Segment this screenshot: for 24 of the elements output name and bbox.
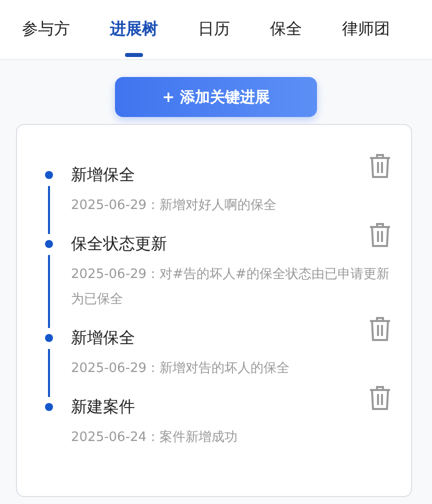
event-description: 2025-06-24：案件新增成功: [71, 429, 239, 447]
timeline-line: [48, 186, 50, 234]
event-title: 新增保全: [71, 164, 135, 186]
tab[interactable]: 律师团: [342, 0, 390, 59]
tab[interactable]: 进展树: [110, 0, 158, 59]
event-description: 2025-06-29：新增对好人啊的保全: [71, 197, 278, 215]
timeline-dot: [45, 334, 53, 342]
event-title: 保全状态更新: [71, 233, 167, 255]
delete-button[interactable]: [369, 222, 391, 248]
add-progress-button[interactable]: + 添加关键进展: [115, 77, 317, 117]
delete-button[interactable]: [369, 316, 391, 342]
delete-button[interactable]: [369, 153, 391, 179]
timeline-dot: [45, 403, 53, 411]
timeline-line: [48, 349, 50, 397]
delete-button[interactable]: [369, 385, 391, 411]
tab[interactable]: 日历: [198, 0, 230, 59]
timeline-dot: [45, 171, 53, 179]
tab[interactable]: 参与方: [22, 0, 70, 59]
event-description: 2025-06-29：对#告的坏人#的保全状态由已申请更新为已保全: [71, 266, 390, 309]
event-title: 新建案件: [71, 396, 135, 418]
event-description: 2025-06-29：新增对告的坏人的保全: [71, 360, 291, 378]
timeline-dot: [45, 240, 53, 248]
tab[interactable]: 保全: [270, 0, 302, 59]
event-title: 新增保全: [71, 327, 135, 349]
